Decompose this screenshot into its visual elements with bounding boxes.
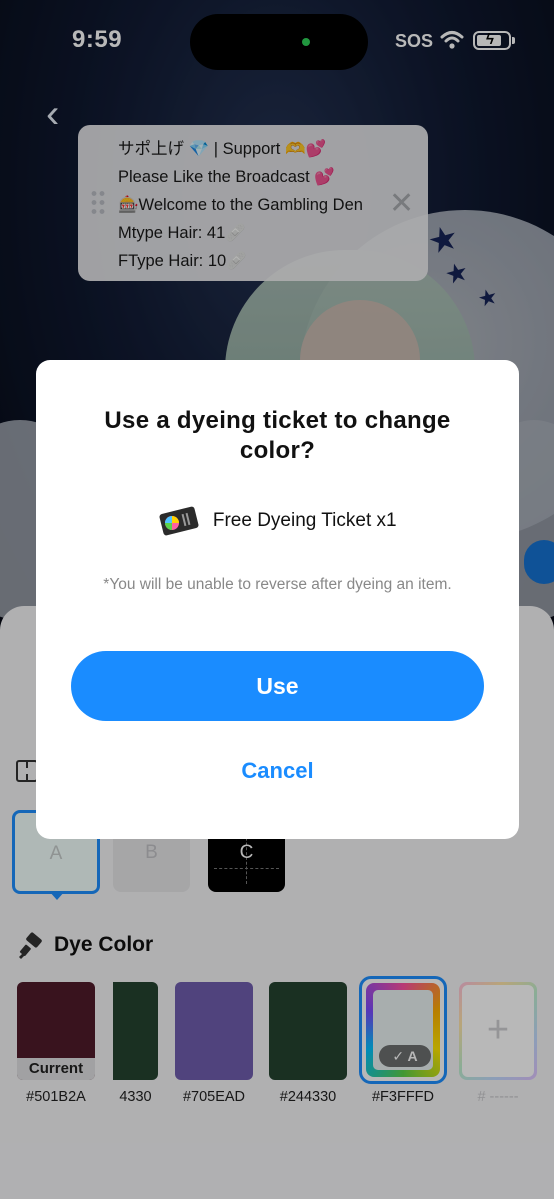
irreversible-warning: *You will be unable to reverse after dye… [103, 576, 452, 593]
dye-ticket-icon [159, 506, 199, 536]
dialog-title: Use a dyeing ticket to change color? [104, 407, 451, 464]
ticket-name: Free Dyeing Ticket x1 [212, 510, 397, 531]
use-button[interactable]: Use [71, 651, 484, 721]
dye-confirm-dialog: Use a dyeing ticket to change color? Fre… [36, 360, 519, 839]
ticket-cost-row: Free Dyeing Ticket x1 [36, 506, 519, 536]
cancel-button[interactable]: Cancel [36, 758, 519, 784]
